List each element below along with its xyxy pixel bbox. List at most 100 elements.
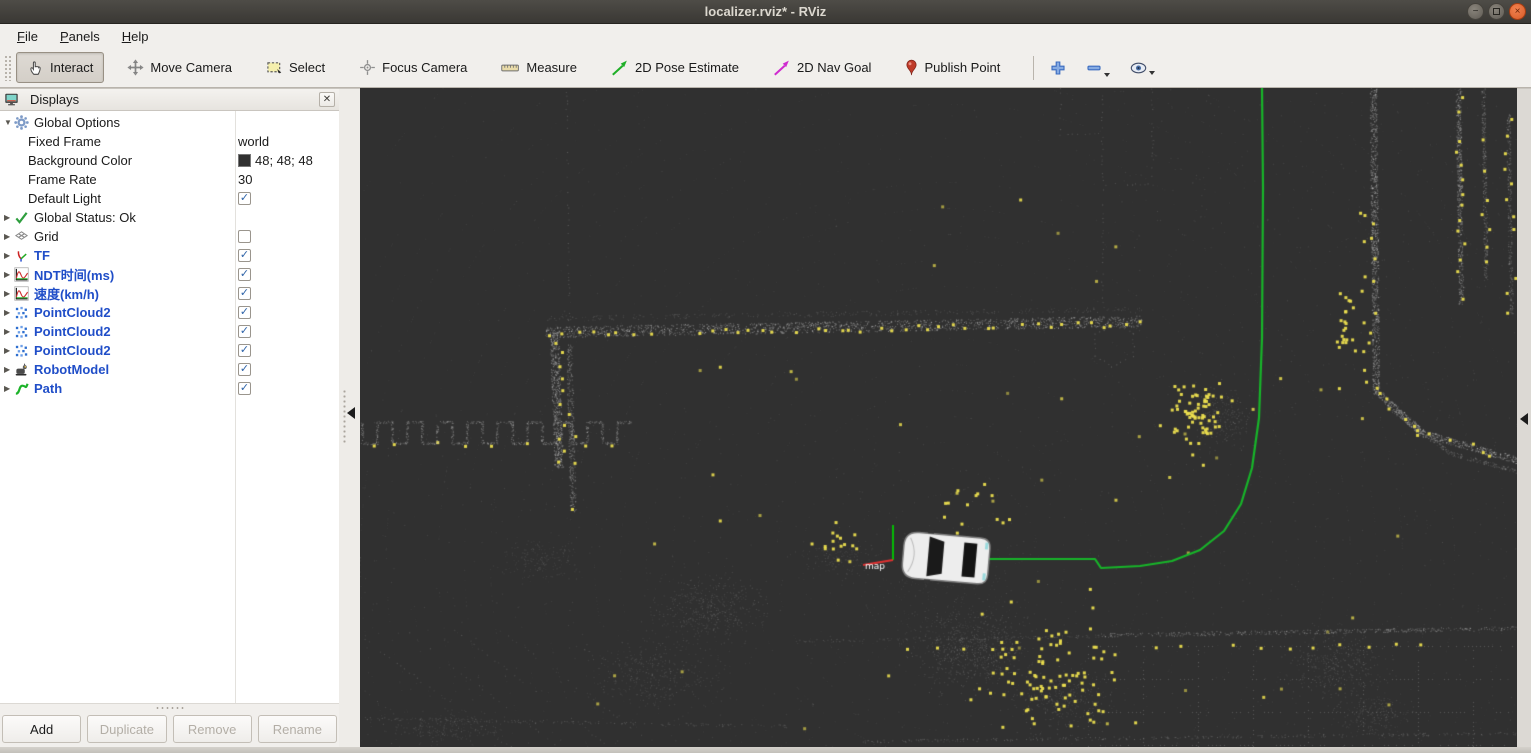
panel-close-button[interactable]: ✕	[319, 92, 335, 107]
display-enabled-checkbox[interactable]: ✓	[238, 306, 251, 319]
tree-row-grid[interactable]: ▶ Grid	[0, 227, 339, 246]
path-icon	[14, 381, 34, 396]
tree-row--km-h-[interactable]: ▶ 速度(km/h) ✓	[0, 284, 339, 303]
menu-panels[interactable]: Panels	[51, 27, 109, 46]
collapse-right-arrow-icon[interactable]	[1520, 413, 1528, 425]
property-value[interactable]: world	[238, 134, 269, 149]
map-pin-icon	[905, 59, 918, 76]
display-enabled-checkbox[interactable]: ✓	[238, 382, 251, 395]
displays-panel-header[interactable]: Displays ✕	[0, 89, 339, 111]
right-splitter[interactable]	[1517, 88, 1531, 747]
plot-icon	[14, 286, 34, 301]
2d-pose-estimate-button[interactable]: 2D Pose Estimate	[600, 52, 750, 84]
property-row[interactable]: Default Light ✓	[0, 189, 339, 208]
expand-arrow-icon[interactable]: ▶	[0, 232, 14, 241]
displays-tree: ▼ Global Options Fixed Frame world Backgroun…	[0, 111, 339, 703]
display-enabled-checkbox[interactable]: ✓	[238, 287, 251, 300]
tree-row-global-options[interactable]: ▼ Global Options	[0, 113, 339, 132]
expand-arrow-icon[interactable]: ▶	[0, 213, 14, 222]
zoom-in-button[interactable]	[1044, 56, 1072, 80]
monitor-icon	[4, 92, 24, 107]
display-enabled-checkbox[interactable]	[238, 230, 251, 243]
tf-icon	[14, 248, 34, 263]
dropdown-caret-icon[interactable]	[1104, 72, 1111, 77]
tree-row-pointcloud2[interactable]: ▶ PointCloud2 ✓	[0, 322, 339, 341]
bottom-strip	[0, 747, 1531, 753]
display-enabled-checkbox[interactable]: ✓	[238, 249, 251, 262]
interact-button[interactable]: Interact	[16, 52, 105, 83]
tree-row-global-status-ok[interactable]: ▶ Global Status: Ok	[0, 208, 339, 227]
select-button[interactable]: Select	[255, 52, 336, 83]
tree-row-pointcloud2[interactable]: ▶ PointCloud2 ✓	[0, 303, 339, 322]
pointcloud-icon	[14, 343, 34, 358]
menu-file[interactable]: File	[8, 27, 47, 46]
displays-panel: Displays ✕ ▼ Global Options Fixed Frame wor…	[0, 88, 339, 747]
expand-arrow-icon[interactable]: ▼	[0, 118, 14, 127]
expand-arrow-icon[interactable]: ▶	[0, 308, 14, 317]
main-area: Displays ✕ ▼ Global Options Fixed Frame wor…	[0, 88, 1531, 747]
tree-row-ndt-ms-[interactable]: ▶ NDT时间(ms) ✓	[0, 265, 339, 284]
remove-button: Remove	[172, 715, 252, 743]
displays-panel-title: Displays	[30, 92, 80, 107]
window-titlebar[interactable]: localizer.rviz* - RViz − ×	[0, 0, 1531, 24]
tree-row-pointcloud2[interactable]: ▶ PointCloud2 ✓	[0, 341, 339, 360]
move-camera-button[interactable]: Move Camera	[116, 52, 243, 83]
tree-row-robotmodel[interactable]: ▶ RobotModel ✓	[0, 360, 339, 379]
pointcloud-icon	[14, 305, 34, 320]
eye-icon	[1130, 62, 1147, 74]
menu-bar: File Panels Help	[0, 24, 1531, 48]
tree-row-tf[interactable]: ▶ TF ✓	[0, 246, 339, 265]
expand-arrow-icon[interactable]: ▶	[0, 384, 14, 393]
collapse-left-arrow-icon[interactable]	[347, 407, 355, 419]
property-row[interactable]: Background Color 48; 48; 48	[0, 151, 339, 170]
3d-viewport[interactable]	[360, 88, 1517, 747]
left-splitter[interactable]	[339, 88, 360, 747]
tree-row-path[interactable]: ▶ Path ✓	[0, 379, 339, 398]
grid-icon	[14, 229, 34, 244]
maximize-button[interactable]	[1488, 3, 1505, 20]
menu-help[interactable]: Help	[113, 27, 158, 46]
property-value[interactable]: 30	[238, 172, 252, 187]
toolbar-drag-handle[interactable]	[4, 54, 12, 81]
duplicate-button: Duplicate	[87, 715, 167, 743]
rename-button: Rename	[257, 715, 337, 743]
check-icon	[14, 210, 34, 225]
add-button[interactable]: Add	[2, 715, 82, 743]
ruler-icon	[501, 62, 520, 74]
zoom-out-button[interactable]	[1080, 56, 1116, 80]
focus-crosshair-icon	[359, 59, 376, 76]
minus-icon	[1086, 60, 1102, 76]
2d-nav-goal-button[interactable]: 2D Nav Goal	[762, 52, 882, 84]
color-swatch[interactable]	[238, 154, 251, 167]
display-enabled-checkbox[interactable]: ✓	[238, 363, 251, 376]
display-enabled-checkbox[interactable]: ✓	[238, 268, 251, 281]
property-value[interactable]: 48; 48; 48	[255, 153, 313, 168]
property-row[interactable]: Fixed Frame world	[0, 132, 339, 151]
minimize-button[interactable]: −	[1467, 3, 1484, 20]
toolbar: Interact Move Camera Select Focus Camera Mea…	[0, 48, 1531, 88]
expand-arrow-icon[interactable]: ▶	[0, 289, 14, 298]
display-enabled-checkbox[interactable]: ✓	[238, 325, 251, 338]
plot-icon	[14, 267, 34, 282]
expand-arrow-icon[interactable]: ▶	[0, 251, 14, 260]
dropdown-caret-icon[interactable]	[1149, 70, 1156, 75]
display-enabled-checkbox[interactable]: ✓	[238, 344, 251, 357]
property-row[interactable]: Frame Rate 30	[0, 170, 339, 189]
plus-icon	[1050, 60, 1066, 76]
visibility-button[interactable]	[1124, 58, 1161, 78]
selection-box-icon	[266, 59, 283, 76]
close-button[interactable]: ×	[1509, 3, 1526, 20]
viewport-container	[360, 88, 1517, 747]
display-enabled-checkbox[interactable]: ✓	[238, 192, 251, 205]
measure-button[interactable]: Measure	[490, 53, 588, 82]
expand-arrow-icon[interactable]: ▶	[0, 270, 14, 279]
move-arrows-icon	[127, 59, 144, 76]
expand-arrow-icon[interactable]: ▶	[0, 327, 14, 336]
panel-resize-handle[interactable]	[0, 703, 339, 711]
expand-arrow-icon[interactable]: ▶	[0, 346, 14, 355]
robot-icon	[14, 362, 34, 377]
focus-camera-button[interactable]: Focus Camera	[348, 52, 478, 83]
expand-arrow-icon[interactable]: ▶	[0, 365, 14, 374]
displays-button-row: Add Duplicate Remove Rename	[0, 711, 339, 747]
publish-point-button[interactable]: Publish Point	[894, 52, 1011, 83]
